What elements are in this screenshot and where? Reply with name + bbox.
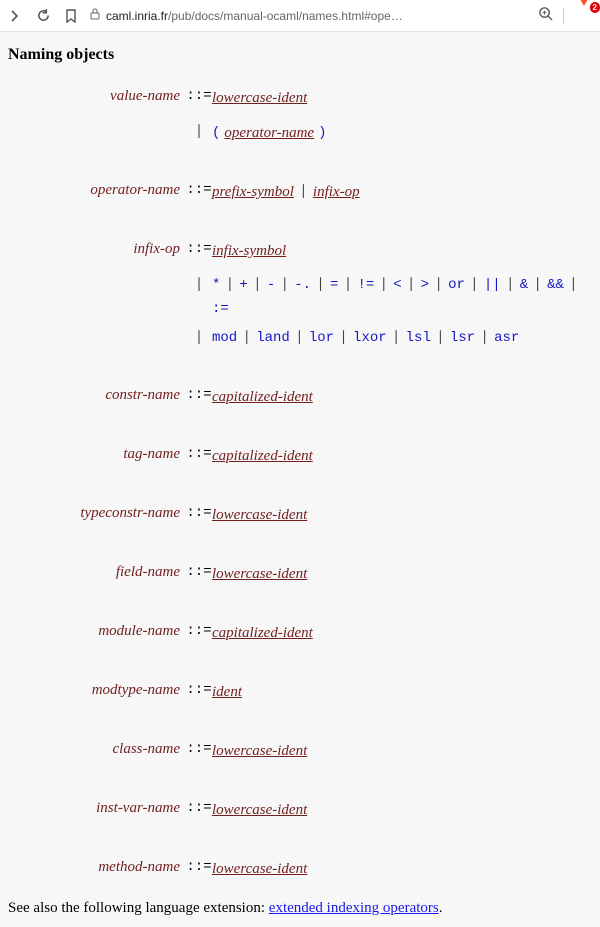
rule-tag-name: tag-name ::= capitalized-ident: [20, 446, 594, 467]
shield-badge: 2: [590, 2, 600, 13]
rule-typeconstr-name: typeconstr-name ::= lowercase-ident: [20, 505, 594, 526]
link-lowercase-ident[interactable]: lowercase-ident: [212, 564, 307, 585]
rule-field-name: field-name ::= lowercase-ident: [20, 564, 594, 585]
brave-shield-icon[interactable]: 2: [574, 6, 594, 26]
rule-value-name-alt: ∣ ( operator-name ): [186, 123, 594, 144]
address-bar[interactable]: caml.inria.fr/pub/docs/manual-ocaml/name…: [90, 8, 528, 23]
page-content: Naming objects value-name ::= lowercase-…: [0, 32, 600, 927]
rule-infix-op-row2: ∣ mod∣ land∣ lor∣ lxor∣ lsl∣ lsr∣ asr: [186, 329, 594, 349]
link-lowercase-ident[interactable]: lowercase-ident: [212, 741, 307, 762]
grammar-table: value-name ::= lowercase-ident ∣ ( opera…: [20, 88, 594, 880]
bookmark-icon[interactable]: [62, 7, 80, 25]
rule-value-name: value-name ::= lowercase-ident: [20, 88, 594, 109]
url-text: caml.inria.fr/pub/docs/manual-ocaml/name…: [106, 9, 403, 23]
rule-method-name: method-name ::= lowercase-ident: [20, 859, 594, 880]
link-capitalized-ident[interactable]: capitalized-ident: [212, 623, 313, 644]
link-operator-name[interactable]: operator-name: [224, 123, 314, 144]
rule-class-name: class-name ::= lowercase-ident: [20, 741, 594, 762]
forward-button[interactable]: [6, 7, 24, 25]
link-prefix-symbol[interactable]: prefix-symbol: [212, 182, 294, 203]
rule-infix-op-row1: ∣ *∣ +∣ -∣ -.∣ =∣ !=∣ <∣ >∣ or∣ ||∣ &∣ &…: [186, 276, 594, 319]
reload-button[interactable]: [34, 7, 52, 25]
footnote: See also the following language extensio…: [8, 900, 594, 917]
link-lowercase-ident[interactable]: lowercase-ident: [212, 88, 307, 109]
link-lowercase-ident[interactable]: lowercase-ident: [212, 800, 307, 821]
rule-inst-var-name: inst-var-name ::= lowercase-ident: [20, 800, 594, 821]
rule-operator-name: operator-name ::= prefix-symbol ∣ infix-…: [20, 182, 594, 203]
link-extended-indexing-operators[interactable]: extended indexing operators: [269, 900, 439, 916]
page-title: Naming objects: [8, 46, 594, 64]
lock-icon: [90, 8, 100, 23]
browser-toolbar: caml.inria.fr/pub/docs/manual-ocaml/name…: [0, 0, 600, 32]
rule-infix-op: infix-op ::= infix-symbol: [20, 241, 594, 262]
link-capitalized-ident[interactable]: capitalized-ident: [212, 446, 313, 467]
rule-module-name: module-name ::= capitalized-ident: [20, 623, 594, 644]
link-lowercase-ident[interactable]: lowercase-ident: [212, 859, 307, 880]
toolbar-divider: [563, 8, 564, 24]
link-infix-op[interactable]: infix-op: [313, 182, 360, 203]
link-lowercase-ident[interactable]: lowercase-ident: [212, 505, 307, 526]
link-capitalized-ident[interactable]: capitalized-ident: [212, 387, 313, 408]
rule-constr-name: constr-name ::= capitalized-ident: [20, 387, 594, 408]
zoom-icon[interactable]: [538, 6, 553, 26]
link-infix-symbol[interactable]: infix-symbol: [212, 241, 286, 262]
link-ident[interactable]: ident: [212, 682, 242, 703]
rule-modtype-name: modtype-name ::= ident: [20, 682, 594, 703]
